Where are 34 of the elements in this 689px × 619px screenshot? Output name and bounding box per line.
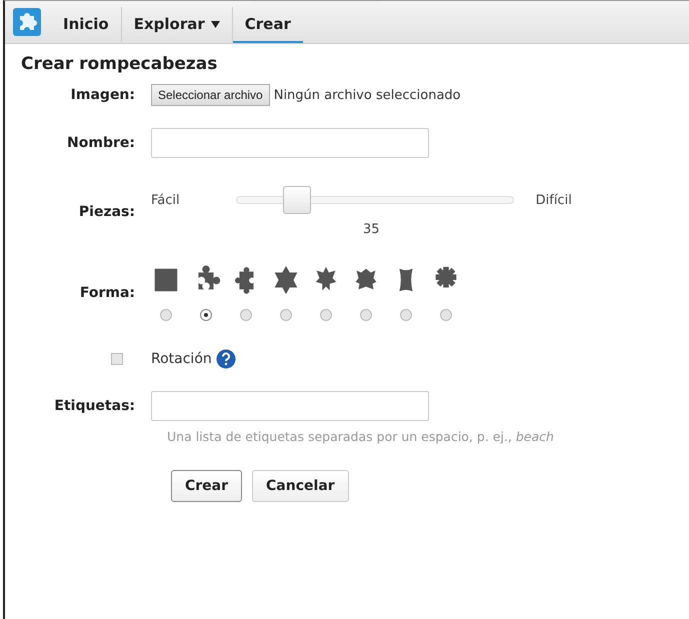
pieces-slider[interactable] bbox=[236, 186, 514, 214]
caret-icon bbox=[210, 20, 220, 28]
nav-tab[interactable]: Inicio bbox=[51, 7, 122, 43]
name-field[interactable] bbox=[151, 128, 429, 158]
shape-radio[interactable] bbox=[360, 309, 372, 321]
field-label: Piezas: bbox=[78, 204, 135, 220]
tags-hint: Una lista de etiquetas separadas por un espacio, p. ej., beach bbox=[167, 429, 555, 444]
slider-min-label: Fácil bbox=[151, 192, 180, 208]
shape-radio[interactable] bbox=[280, 309, 292, 321]
rotation-checkbox[interactable] bbox=[111, 353, 123, 365]
shape-radio[interactable] bbox=[240, 309, 252, 321]
shape-radio[interactable] bbox=[200, 309, 212, 321]
nav-tab[interactable]: Crear bbox=[232, 7, 303, 43]
shape-radio[interactable] bbox=[400, 309, 412, 321]
field-label: Forma: bbox=[78, 285, 135, 301]
choose-file-button[interactable]: Seleccionar archivo bbox=[151, 84, 270, 106]
cancel-button[interactable]: Cancelar bbox=[252, 470, 349, 502]
slider-thumb[interactable] bbox=[282, 186, 311, 214]
shape-radio[interactable] bbox=[160, 309, 172, 321]
checkbox-label: Rotación bbox=[151, 351, 212, 367]
shape-radio[interactable] bbox=[320, 309, 332, 321]
shape-radio[interactable] bbox=[440, 309, 452, 321]
create-button[interactable]: Crear bbox=[171, 470, 242, 502]
tags-field[interactable] bbox=[151, 391, 429, 421]
slider-max-label: Difícil bbox=[536, 192, 572, 208]
field-label: Nombre: bbox=[66, 135, 135, 151]
field-label: Imagen: bbox=[70, 87, 135, 103]
help-icon[interactable] bbox=[216, 349, 236, 369]
page-title: Crear rompecabezas bbox=[21, 54, 218, 74]
puzzle-logo-icon[interactable] bbox=[13, 8, 41, 36]
file-status: Ningún archivo seleccionado bbox=[274, 88, 461, 103]
slider-value: 35 bbox=[363, 222, 381, 237]
nav-tab[interactable]: Explorar bbox=[122, 7, 233, 43]
field-label: Etiquetas: bbox=[53, 398, 135, 414]
